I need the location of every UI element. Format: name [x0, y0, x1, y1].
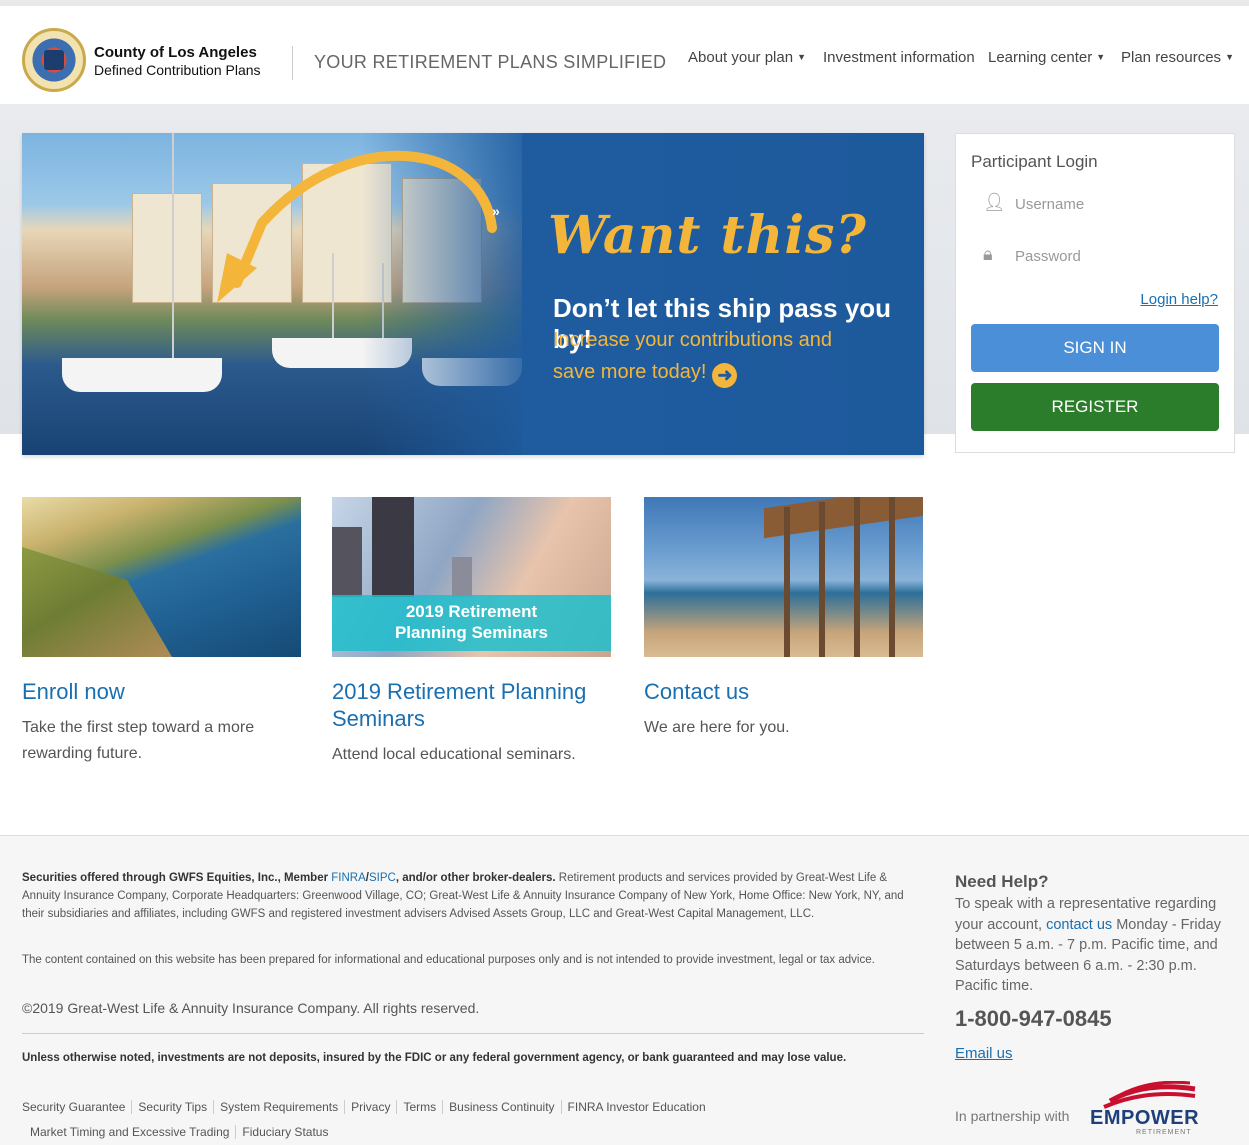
login-help-link[interactable]: Login help?: [1140, 291, 1218, 308]
pier-post: [889, 497, 895, 657]
hero-cta-label: save more today!: [553, 361, 707, 383]
header-divider: [292, 46, 293, 80]
seal-emblem: [44, 50, 64, 70]
footer-link[interactable]: System Requirements: [214, 1100, 346, 1114]
enroll-description: Take the first step toward a more reward…: [22, 719, 255, 762]
disclosure-bold: Securities offered through GWFS Equities…: [22, 872, 332, 884]
footer-link[interactable]: Security Tips: [132, 1100, 215, 1114]
participant-login-panel: Participant Login 👤︎ 🔒︎ Login help? SIGN…: [955, 133, 1235, 453]
arrow-right-circle-icon[interactable]: ➜: [712, 363, 738, 388]
skyscraper: [452, 557, 472, 597]
register-button[interactable]: REGISTER: [971, 383, 1219, 431]
pier-post: [854, 497, 860, 657]
login-title: Participant Login: [971, 152, 1098, 171]
sipc-link[interactable]: SIPC: [369, 872, 396, 884]
nav-learning-center[interactable]: Learning center ▼: [988, 49, 1105, 66]
footer-divider: [22, 1033, 924, 1034]
empower-wordmark: EMPOWER: [1090, 1107, 1200, 1129]
nav-about-your-plan[interactable]: About your plan ▼: [688, 49, 806, 66]
enroll-now-link[interactable]: Enroll now: [22, 678, 301, 705]
skyscraper: [372, 497, 414, 597]
site-header: County of Los Angeles Defined Contributi…: [0, 0, 1249, 104]
pier-post: [819, 502, 825, 657]
brand-subtitle: Defined Contribution Plans: [94, 62, 261, 78]
nav-label: About your plan: [688, 49, 794, 66]
footer-link[interactable]: Terms: [397, 1100, 444, 1114]
contact-description: We are here for you.: [644, 719, 790, 736]
caret-down-icon: ▼: [1096, 52, 1106, 62]
contact-image[interactable]: [644, 497, 923, 657]
password-field[interactable]: 🔒︎: [971, 236, 1219, 276]
tagline: YOUR RETIREMENT PLANS SIMPLIFIED: [314, 52, 667, 72]
chevron-icon: »: [492, 203, 500, 219]
nav-label: Investment information: [823, 49, 975, 66]
caret-down-icon: ▼: [797, 52, 806, 62]
footer-links-row-2: Market Timing and Excessive Trading Fiduc…: [30, 1125, 334, 1139]
nav-label: Learning center: [988, 49, 1093, 66]
footer-link[interactable]: Privacy: [345, 1100, 398, 1114]
finra-link[interactable]: FINRA: [331, 872, 366, 884]
contact-us-link[interactable]: Contact us: [644, 678, 923, 705]
email-us-link[interactable]: Email us: [955, 1045, 1013, 1062]
help-contact-link[interactable]: contact us: [1046, 917, 1112, 933]
enroll-image[interactable]: [22, 497, 301, 657]
need-help-title: Need Help?: [955, 872, 1049, 891]
seminars-description: Attend local educational seminars.: [332, 746, 576, 763]
username-field[interactable]: 👤︎: [971, 184, 1219, 224]
nav-label: Plan resources: [1121, 49, 1222, 66]
footer-links-row-1: Security Guarantee Security Tips System Re…: [22, 1100, 712, 1114]
empower-subtext: RETIREMENT: [1136, 1129, 1192, 1136]
seminars-banner: 2019 Retirement Planning Seminars: [332, 595, 611, 651]
securities-disclosure: Securities offered through GWFS Equities…: [22, 869, 922, 923]
banner-line: 2019 Retirement: [405, 602, 538, 621]
seminars-link[interactable]: 2019 Retirement Planning Seminars: [332, 678, 611, 732]
nav-plan-resources[interactable]: Plan resources ▼: [1121, 49, 1234, 66]
hero-subtext: Increase your contributions and: [553, 329, 833, 351]
footer-link[interactable]: Security Guarantee: [22, 1100, 133, 1114]
help-text: To speak with a representative regarding…: [955, 894, 1235, 997]
disclosure-bold: , and/or other broker-dealers.: [395, 872, 556, 884]
banner-line: Planning Seminars: [394, 623, 549, 642]
nav-investment-information[interactable]: Investment information: [823, 49, 975, 66]
skyscraper: [332, 527, 362, 597]
brand-name[interactable]: County of Los Angeles: [94, 44, 257, 61]
partnership-label: In partnership with: [955, 1108, 1070, 1124]
fdic-disclaimer: Unless otherwise noted, investments are …: [22, 1052, 847, 1064]
seminars-image[interactable]: 2019 Retirement Planning Seminars: [332, 497, 611, 657]
password-input[interactable]: [971, 236, 1219, 276]
footer-link[interactable]: FINRA Investor Education: [562, 1100, 712, 1114]
empower-logo[interactable]: EMPOWER RETIREMENT: [1090, 1081, 1200, 1137]
caret-down-icon: ▼: [1225, 52, 1234, 62]
phone-number[interactable]: 1-800-947-0845: [955, 1006, 1112, 1032]
county-seal-logo[interactable]: [22, 28, 86, 92]
content-disclaimer: The content contained on this website ha…: [22, 954, 875, 966]
hero-cta[interactable]: save more today! ➜: [553, 361, 738, 388]
footer-link[interactable]: Fiduciary Status: [236, 1125, 334, 1139]
hero-banner[interactable]: » Want this? Don’t let this ship pass yo…: [22, 133, 924, 455]
copyright: ©2019 Great-West Life & Annuity Insuranc…: [22, 1000, 480, 1016]
sign-in-button[interactable]: SIGN IN: [971, 324, 1219, 372]
username-input[interactable]: [971, 184, 1219, 224]
pier-post: [784, 507, 790, 657]
hero-headline: Want this?: [548, 205, 867, 266]
site-footer: Securities offered through GWFS Equities…: [0, 835, 1249, 1145]
footer-link[interactable]: Business Continuity: [443, 1100, 562, 1114]
footer-link[interactable]: Market Timing and Excessive Trading: [30, 1125, 237, 1139]
